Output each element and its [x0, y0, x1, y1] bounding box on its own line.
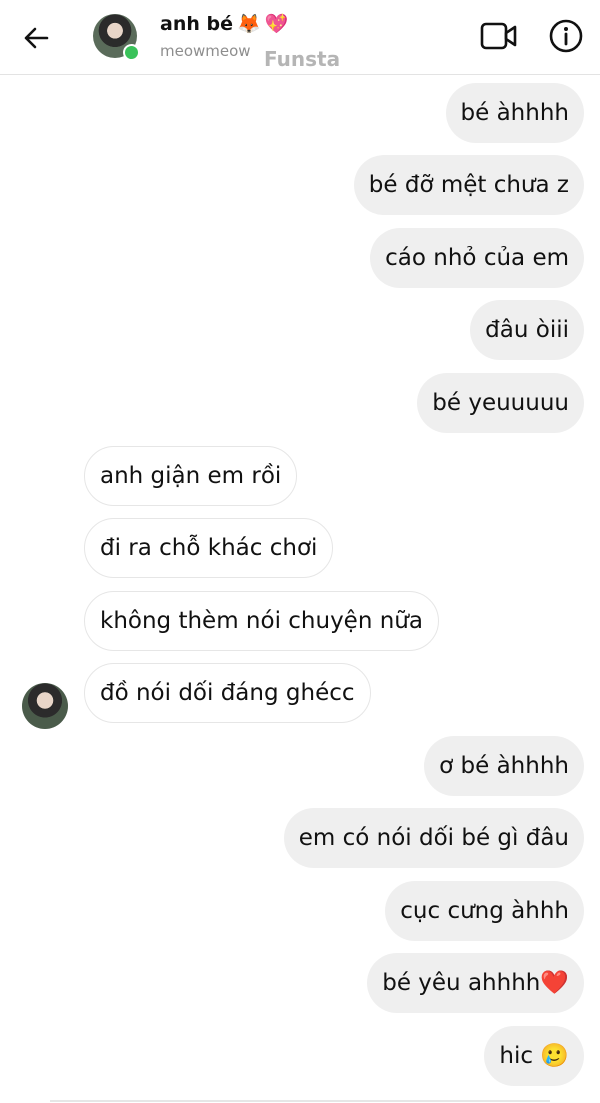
arrow-left-icon: [24, 27, 49, 49]
info-button[interactable]: [548, 18, 584, 54]
message-text: bé yeuuuuu: [432, 390, 569, 416]
message-bubble-incoming[interactable]: anh giận em rồi: [84, 446, 298, 506]
message-text: hic: [499, 1043, 534, 1069]
message-bubble-outgoing[interactable]: hic 🥲: [484, 1026, 584, 1086]
heart-emoji: ❤️: [540, 970, 569, 996]
chat-header: anh bé 🦊 💖 meowmeow Funsta: [0, 0, 600, 75]
sender-avatar[interactable]: [22, 683, 68, 729]
message-text: bé àhhhh: [460, 100, 569, 126]
message-text: đồ nói dối đáng ghécc: [100, 680, 355, 706]
info-icon: [549, 19, 583, 53]
message-text: ơ bé àhhhh: [439, 753, 569, 779]
message-bubble-outgoing[interactable]: bé yeuuuuu: [417, 373, 584, 433]
crying-face-emoji: 🥲: [540, 1043, 569, 1069]
message-bubble-outgoing[interactable]: bé yêu ahhhh❤️: [367, 953, 584, 1013]
message-bubble-incoming[interactable]: không thèm nói chuyện nữa: [84, 591, 439, 651]
online-status-dot: [123, 44, 140, 61]
contact-name[interactable]: anh bé 🦊 💖: [160, 13, 288, 35]
message-text: em có nói dối bé gì đâu: [298, 825, 569, 851]
message-bubble-outgoing[interactable]: đâu òiii: [470, 300, 584, 360]
message-bubble-outgoing[interactable]: bé àhhhh: [445, 83, 584, 143]
contact-name-text: anh bé: [160, 13, 233, 35]
message-bubble-outgoing[interactable]: ơ bé àhhhh: [424, 736, 584, 796]
message-text: cáo nhỏ của em: [385, 245, 569, 271]
message-text: không thèm nói chuyện nữa: [100, 608, 423, 634]
message-bubble-outgoing[interactable]: cáo nhỏ của em: [370, 228, 584, 288]
message-text: đâu òiii: [485, 317, 569, 343]
message-bubble-incoming[interactable]: đồ nói dối đáng ghécc: [84, 663, 371, 723]
contact-avatar[interactable]: [93, 14, 140, 61]
message-bubble-incoming[interactable]: đi ra chỗ khác chơi: [84, 518, 334, 578]
back-button[interactable]: [18, 20, 54, 56]
heart-emoji: 💖: [264, 12, 289, 35]
message-bubble-outgoing[interactable]: bé đỡ mệt chưa z: [353, 155, 584, 215]
message-text: bé đỡ mệt chưa z: [368, 172, 569, 198]
message-bubble-outgoing[interactable]: cục cưng àhhh: [385, 881, 584, 941]
divider: [50, 1100, 550, 1102]
message-text: bé yêu ahhhh: [382, 970, 541, 996]
watermark: Funsta: [264, 47, 341, 71]
message-bubble-outgoing[interactable]: em có nói dối bé gì đâu: [283, 808, 584, 868]
fox-emoji: 🦊: [236, 12, 261, 35]
message-text: đi ra chỗ khác chơi: [100, 535, 318, 561]
message-text: cục cưng àhhh: [400, 898, 569, 924]
video-camera-icon: [480, 22, 517, 50]
contact-username: meowmeow: [160, 42, 251, 60]
message-text: anh giận em rồi: [100, 463, 282, 489]
video-call-button[interactable]: [480, 20, 518, 52]
